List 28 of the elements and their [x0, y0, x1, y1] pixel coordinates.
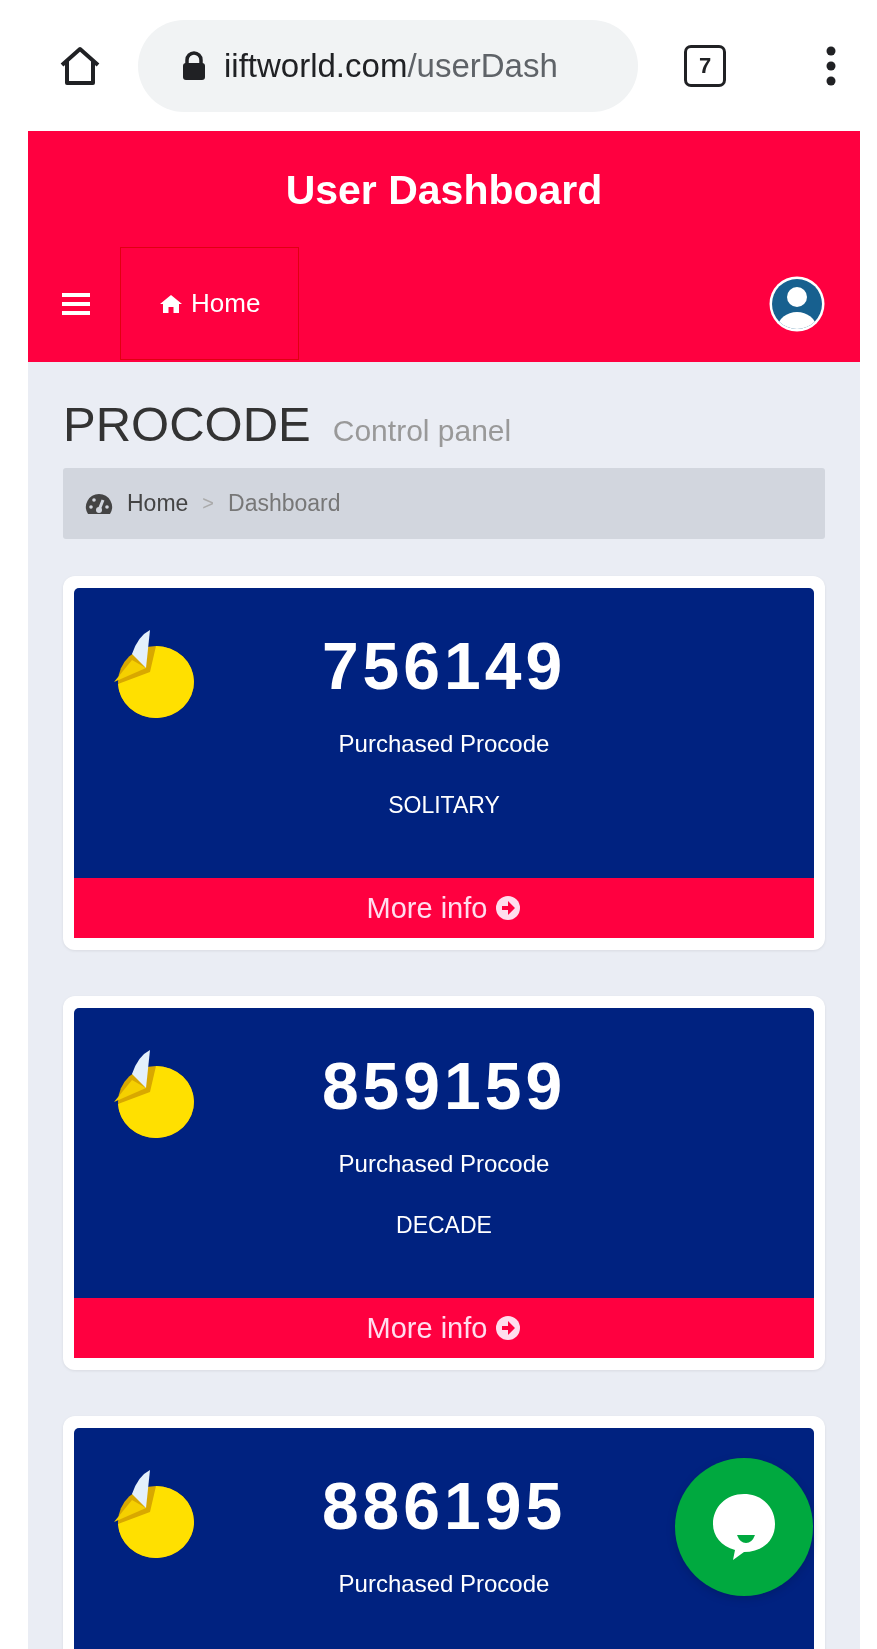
user-avatar-icon[interactable] — [768, 274, 826, 333]
url-text: iiftworld.com/userDash — [224, 46, 558, 85]
lock-icon — [182, 50, 206, 81]
stat-label: Purchased Procode — [338, 730, 550, 758]
home-icon — [159, 293, 183, 314]
stat-value: 859159 — [321, 1048, 567, 1124]
menu-icon[interactable] — [62, 291, 90, 316]
stat-value: 756149 — [321, 628, 567, 704]
app-title: User Dashboard — [284, 165, 604, 215]
page-subtitle: Control panel — [332, 414, 512, 448]
page-title: PROCODE — [63, 396, 311, 452]
nav-link[interactable]: Home — [120, 247, 300, 360]
arrow-circle-icon — [495, 1315, 522, 1341]
stat-category: DECADE — [396, 1212, 492, 1239]
breadcrumb-link[interactable]: Home — [127, 490, 189, 517]
dashboard-gauge-icon — [85, 491, 113, 516]
breadcrumb-current: Dashboard — [228, 490, 341, 517]
stat-category: SOLITARY — [388, 792, 500, 819]
stat-label: Purchased Procode — [338, 1570, 550, 1598]
address-bar[interactable]: iiftworld.com/userDash — [138, 19, 638, 112]
arrow-circle-icon — [495, 895, 522, 921]
chat-bubble-icon — [711, 1492, 777, 1562]
stat-value: 886195 — [321, 1468, 567, 1544]
stat-label: Purchased Procode — [338, 1150, 550, 1178]
home-icon[interactable] — [58, 44, 102, 87]
tab-count-button[interactable]: 7 — [684, 44, 726, 87]
more-menu-icon[interactable] — [825, 45, 837, 86]
breadcrumb-separator: > — [202, 492, 215, 515]
